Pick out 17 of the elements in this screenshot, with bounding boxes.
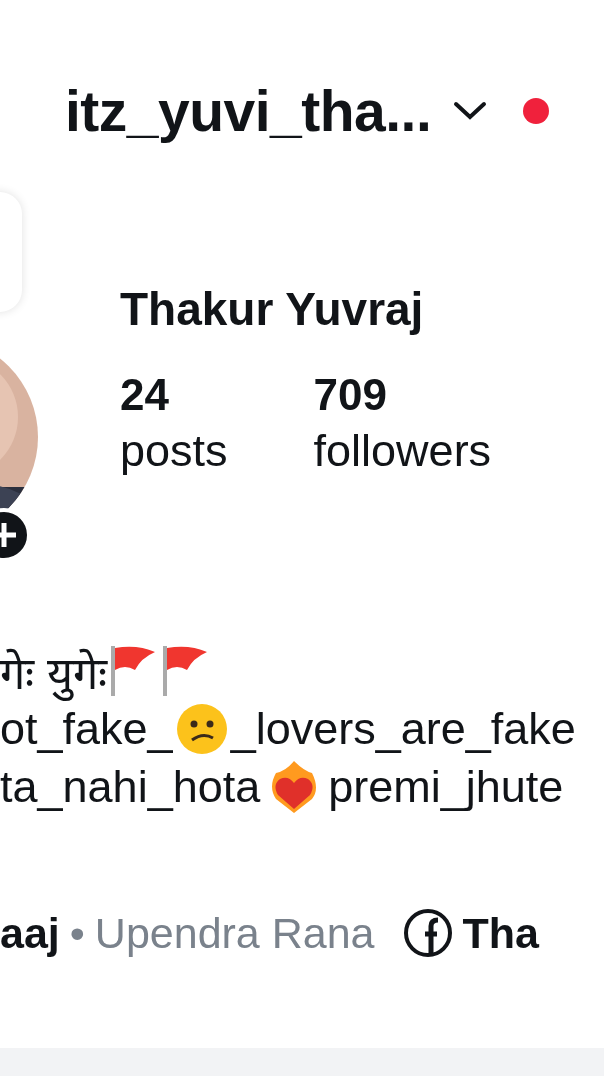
bio-text: ot_fake_ (0, 703, 173, 755)
stat-label[interactable]: posts (120, 421, 228, 481)
facebook-link[interactable]: Tha (462, 908, 539, 958)
mutual-follower[interactable]: Upendra Rana (94, 908, 375, 958)
bio-text: गेः युगेः (0, 646, 107, 702)
stat-label[interactable]: followers (313, 421, 492, 481)
mutual-follower[interactable]: aaj (0, 908, 60, 958)
username[interactable]: itz_yuvi_tha... (65, 78, 432, 144)
bio-text: premi_jhute (328, 761, 564, 813)
bio-text: _lovers_are_fake (230, 703, 576, 755)
stat-count[interactable]: 709 (313, 369, 492, 421)
confused-face-icon (174, 702, 229, 756)
facebook-icon[interactable] (402, 908, 453, 958)
separator-dot: • (69, 908, 85, 958)
bio-text: ta_nahi_hota (0, 761, 261, 813)
stat-count[interactable]: 24 (120, 369, 228, 421)
chevron-down-icon[interactable] (453, 101, 488, 121)
